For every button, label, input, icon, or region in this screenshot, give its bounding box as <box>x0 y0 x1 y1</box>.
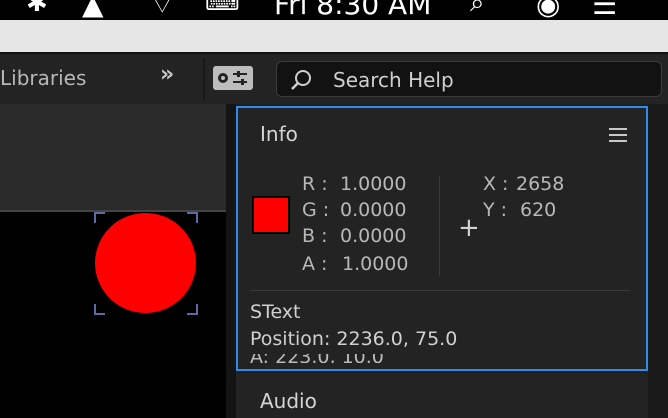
panel-menu-icon[interactable] <box>609 128 627 142</box>
search-placeholder: Search Help <box>333 68 454 92</box>
selection-handle-br[interactable] <box>187 304 198 315</box>
x-label: X : <box>483 173 509 195</box>
a-label: A : <box>302 253 328 275</box>
selection-handle-tl[interactable] <box>94 212 105 223</box>
y-value: 620 <box>520 199 557 221</box>
layer-position: Position: 2236.0, 75.0 <box>250 328 458 350</box>
notification-center-icon[interactable]: ☰ <box>592 0 617 20</box>
red-circle-shape[interactable] <box>95 213 196 313</box>
x-value: 2658 <box>516 173 565 195</box>
search-help-field[interactable]: Search Help <box>276 61 662 97</box>
layer-anchor: A: 223.0, 10.0 <box>250 354 384 363</box>
info-divider <box>439 176 440 276</box>
wifi-icon[interactable]: ⌔ <box>150 0 174 20</box>
selection-handle-bl[interactable] <box>94 304 105 315</box>
workspace-settings-icon[interactable] <box>213 66 253 90</box>
audio-panel-title[interactable]: Audio <box>260 389 317 413</box>
menubar-clock[interactable]: Fri 8:30 AM <box>274 0 431 20</box>
layer-anchor-clipped: A: 223.0, 10.0 <box>250 354 450 363</box>
r-value: 1.0000 <box>340 173 407 195</box>
selection-handle-tr[interactable] <box>187 212 198 223</box>
tab-libraries[interactable]: Libraries <box>0 66 86 90</box>
workspace-overflow-chevron-icon[interactable]: » <box>160 62 174 87</box>
panel-gutter[interactable] <box>226 104 236 418</box>
keyboard-icon[interactable]: ⌨ <box>205 0 240 16</box>
spotlight-icon[interactable]: ⌕ <box>470 0 485 19</box>
g-label: G : <box>302 199 330 221</box>
airplay-icon[interactable]: ▲ <box>82 0 104 20</box>
a-value: 1.0000 <box>342 253 409 275</box>
color-swatch <box>252 196 290 234</box>
r-label: R : <box>302 173 328 195</box>
y-label: Y : <box>483 199 508 221</box>
layer-name: SText <box>250 301 301 323</box>
info-section-divider <box>250 290 630 291</box>
menu-bar: ✱ ▲ ⌔ ⌨ Fri 8:30 AM ⌕ ◉ ☰ <box>0 0 668 20</box>
crosshair-icon: + <box>458 213 480 243</box>
b-value: 0.0000 <box>340 225 407 247</box>
bluetooth-icon[interactable]: ✱ <box>26 0 48 18</box>
g-value: 0.0000 <box>340 199 407 221</box>
info-panel-title[interactable]: Info <box>260 122 298 146</box>
b-label: B : <box>302 225 328 247</box>
title-bar <box>0 20 668 52</box>
right-gutter <box>648 104 668 418</box>
siri-icon[interactable]: ◉ <box>536 0 560 20</box>
toolbar-divider <box>203 58 205 100</box>
search-icon <box>291 70 311 90</box>
